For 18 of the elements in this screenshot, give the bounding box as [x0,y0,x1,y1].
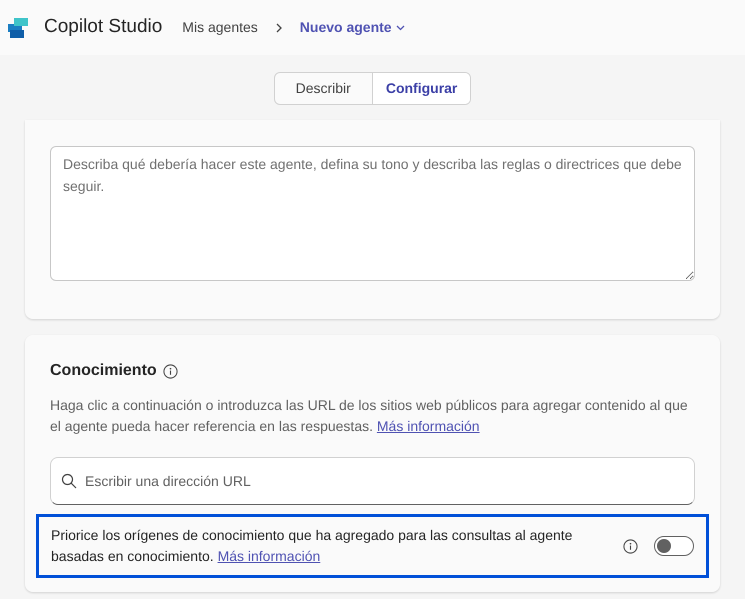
info-icon[interactable] [162,364,178,378]
toggle-switch[interactable] [654,536,694,556]
breadcrumb-item[interactable]: Mis agentes [182,17,258,38]
more-info-link[interactable]: Más información [376,418,480,434]
search-icon [61,473,77,489]
chevron-icon [274,22,284,34]
tab[interactable]: Describir [274,73,372,104]
caret-icon [396,24,405,30]
url-field[interactable]: Escribir una dirección URL [50,457,695,505]
app-name: Copilot Studio [44,15,162,40]
more-info-link[interactable]: Más información [218,548,320,564]
prioritize-text: Priorice los orígenes de conocimiento que ha agregado para las consultas al agente basadas en conocimiento. Más información [51,526,574,566]
info-icon[interactable] [623,538,638,554]
section-description: Haga clic a continuación o introduzca las URL de los sitios web públicos para agregar contenido al que el agente pueda hacer referencia en las respuestas. Más información [50,396,689,436]
instructions-field[interactable]: Describa qué debería hacer este agente, defina su tono y describa las reglas o directrices que debe seguir. [50,146,695,281]
tab[interactable]: Configurar [372,73,470,104]
breadcrumb-item[interactable]: Nuevo agente [300,17,405,38]
section-title: Conocimiento [50,361,157,381]
